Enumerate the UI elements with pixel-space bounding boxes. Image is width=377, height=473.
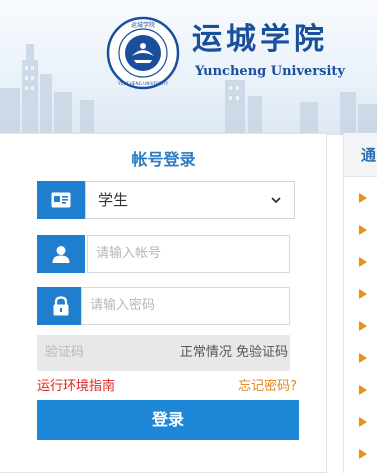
captcha-status-text: 正常情况 免验证码 xyxy=(179,345,288,360)
logo-text-bottom: YUNCHENG UNIVERSITY xyxy=(117,81,168,86)
university-seal-icon: 运城学院 YUNCHENG UNIVERSITY xyxy=(106,16,180,90)
school-name-english: Yuncheng University xyxy=(195,64,345,79)
header-banner: 运城学院 YUNCHENG UNIVERSITY 运城学院 Yuncheng U… xyxy=(0,0,377,135)
chevron-down-icon xyxy=(271,197,281,204)
notice-arrow-icon[interactable] xyxy=(359,417,367,427)
notice-arrow-icon[interactable] xyxy=(359,321,367,331)
account-row: 请输入帐号 xyxy=(37,235,290,273)
notice-header: 通 xyxy=(344,133,377,177)
environment-guide-link[interactable]: 运行环境指南 xyxy=(37,378,115,396)
password-input[interactable]: 请输入密码 xyxy=(81,287,290,325)
lock-icon xyxy=(37,287,85,325)
role-select[interactable]: 学生 xyxy=(85,181,295,219)
notice-arrow-icon[interactable] xyxy=(359,289,367,299)
notice-arrow-icon[interactable] xyxy=(359,225,367,235)
password-row: 请输入密码 xyxy=(37,287,290,325)
school-name-chinese: 运城学院 xyxy=(192,22,328,57)
role-select-row: 学生 xyxy=(37,181,295,219)
notice-arrow-icon[interactable] xyxy=(359,449,367,459)
login-button[interactable]: 登录 xyxy=(37,400,299,440)
notice-arrow-icon[interactable] xyxy=(359,257,367,267)
university-logo: 运城学院 YUNCHENG UNIVERSITY xyxy=(106,16,180,90)
account-input[interactable]: 请输入帐号 xyxy=(87,235,290,273)
logo-text-top: 运城学院 xyxy=(131,21,155,29)
forgot-password-link[interactable]: 忘记密码? xyxy=(238,378,297,396)
role-select-value: 学生 xyxy=(98,191,129,209)
notice-arrow-icon[interactable] xyxy=(359,353,367,363)
login-title: 帐号登录 xyxy=(131,150,196,169)
id-card-icon xyxy=(37,181,85,219)
captcha-placeholder: 验证码 xyxy=(45,345,85,360)
captcha-field[interactable]: 验证码 正常情况 免验证码 xyxy=(37,335,290,371)
notice-panel: 通 xyxy=(343,133,377,473)
notice-arrow-icon[interactable] xyxy=(359,193,367,203)
notice-title: 通 xyxy=(361,146,377,164)
notice-arrow-icon[interactable] xyxy=(359,385,367,395)
user-icon xyxy=(37,235,85,273)
